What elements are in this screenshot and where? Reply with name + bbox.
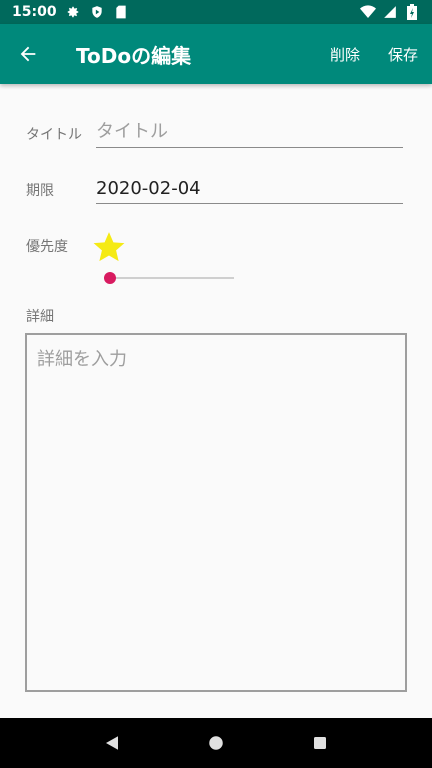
play-protect-icon bbox=[89, 4, 105, 20]
deadline-value: 2020-02-04 bbox=[96, 178, 201, 199]
settings-icon bbox=[65, 4, 81, 20]
nav-recents-button[interactable] bbox=[300, 723, 340, 763]
delete-button[interactable]: 削除 bbox=[316, 24, 374, 84]
status-time: 15:00 bbox=[12, 4, 57, 20]
sd-card-icon bbox=[113, 4, 129, 20]
save-button[interactable]: 保存 bbox=[374, 24, 432, 84]
app-bar: ToDoの編集 削除 保存 bbox=[0, 24, 432, 84]
status-bar: 15:00 bbox=[0, 0, 432, 24]
arrow-back-icon bbox=[20, 46, 36, 62]
navigation-bar bbox=[0, 718, 432, 768]
detail-placeholder: 詳細を入力 bbox=[37, 349, 127, 370]
back-button[interactable] bbox=[0, 24, 56, 84]
nav-back-button[interactable] bbox=[92, 723, 132, 763]
deadline-label: 期限 bbox=[26, 183, 54, 199]
signal-icon bbox=[382, 4, 398, 20]
edit-form: タイトル タイトル 期限 2020-02-04 優先度 詳細 詳細を入力 bbox=[0, 84, 432, 718]
star-icon bbox=[93, 232, 125, 262]
detail-label: 詳細 bbox=[26, 309, 54, 325]
detail-textarea[interactable]: 詳細を入力 bbox=[25, 333, 407, 692]
title-label: タイトル bbox=[26, 127, 82, 143]
nav-back-icon bbox=[106, 736, 118, 750]
slider-thumb[interactable] bbox=[104, 272, 116, 284]
wifi-icon bbox=[360, 4, 376, 20]
slider-track bbox=[104, 277, 234, 279]
title-placeholder: タイトル bbox=[96, 121, 168, 142]
title-input[interactable]: タイトル bbox=[96, 116, 403, 148]
nav-home-button[interactable] bbox=[196, 723, 236, 763]
battery-icon bbox=[404, 4, 420, 20]
page-title: ToDoの編集 bbox=[76, 43, 192, 68]
priority-slider[interactable] bbox=[104, 270, 234, 286]
nav-recents-icon bbox=[314, 737, 326, 749]
deadline-input[interactable]: 2020-02-04 bbox=[96, 172, 403, 204]
priority-label: 優先度 bbox=[26, 239, 68, 255]
nav-home-icon bbox=[209, 736, 223, 750]
